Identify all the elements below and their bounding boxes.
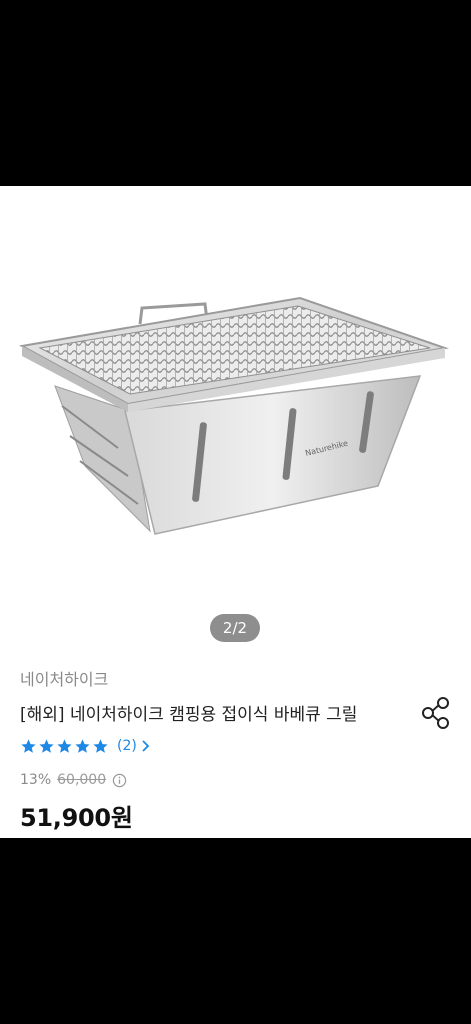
star-icon — [57, 738, 72, 753]
rating-row[interactable]: (2) — [20, 736, 151, 756]
price-info-row: 13% 60,000 — [20, 772, 127, 788]
info-icon[interactable] — [112, 773, 127, 788]
share-icon[interactable] — [420, 696, 452, 730]
product-title: [해외] 네이처하이크 캠핑용 접이식 바베큐 그릴 — [20, 705, 358, 725]
chevron-right-icon[interactable] — [139, 739, 151, 753]
star-icon — [21, 738, 36, 753]
discount-rate: 13% — [20, 772, 52, 788]
top-letterbox — [0, 0, 471, 186]
star-icon — [75, 738, 90, 753]
product-detail: Naturehike 2/2 네이처하이크 [해외] 네이처하이크 캠핑용 접이… — [0, 186, 471, 838]
product-image[interactable]: Naturehike — [0, 186, 471, 606]
bottom-letterbox — [0, 838, 471, 1024]
star-icon — [39, 738, 54, 753]
original-price: 60,000 — [57, 772, 107, 788]
rating-stars — [20, 738, 109, 755]
star-icon — [93, 738, 108, 753]
brand-name[interactable]: 네이처하이크 — [20, 666, 108, 690]
sale-price: 51,900원 — [20, 804, 133, 832]
image-page-indicator: 2/2 — [210, 614, 260, 642]
review-count-link[interactable]: (2) — [117, 738, 137, 754]
